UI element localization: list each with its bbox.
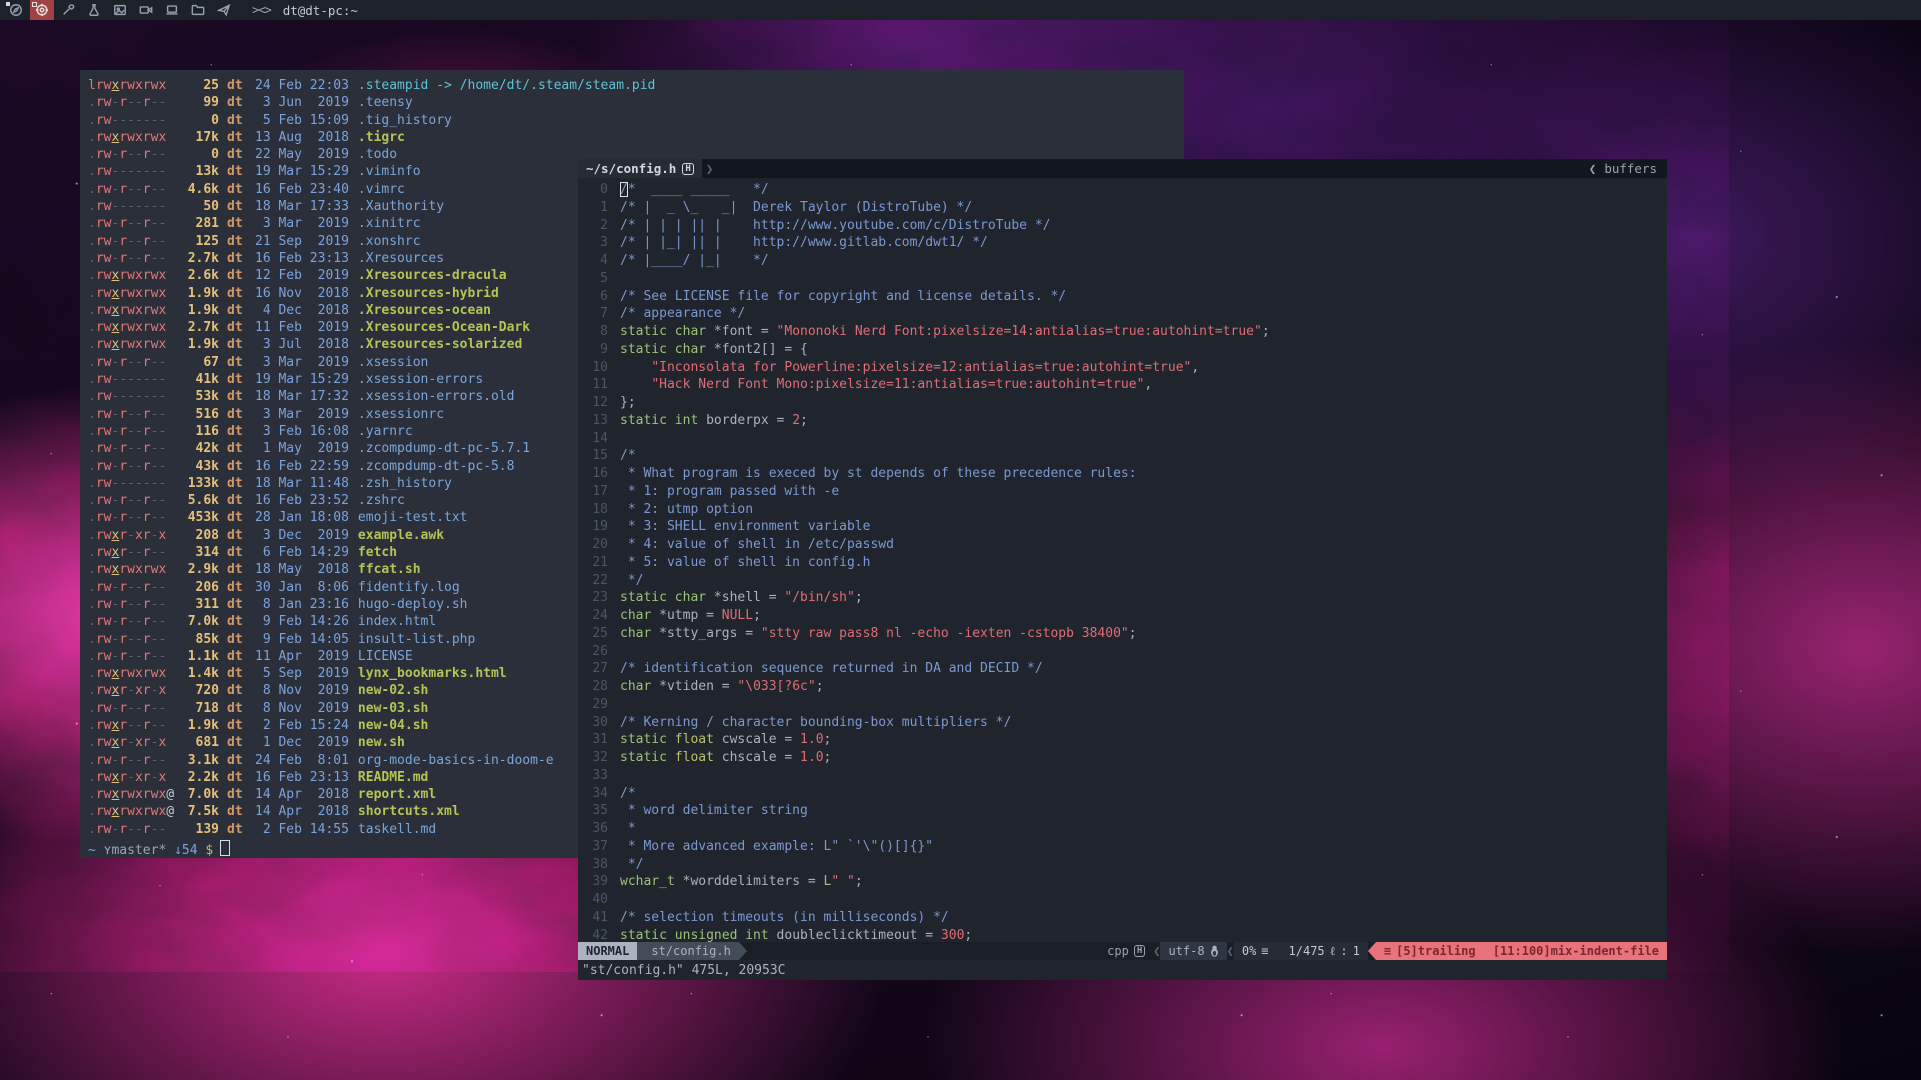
code-line: 12}; [578,395,1667,413]
code-line: 39wchar_t *worddelimiters = L" "; [578,874,1667,892]
code-line: 36 * [578,821,1667,839]
buffers-sep-icon: ❮ [1589,161,1597,176]
vim-cursor: / [620,182,628,197]
tag-camera-icon[interactable] [134,0,158,20]
code-line: 9static char *font2[] = { [578,342,1667,360]
code-line: 6/* See LICENSE file for copyright and l… [578,289,1667,307]
code-line: 37 * More advanced example: L" `'\"()[]{… [578,839,1667,857]
buffers-label[interactable]: buffers [1604,161,1657,176]
topbar: ><> dt@dt-pc:~ [0,0,1921,20]
code-line: 31static float cwscale = 1.0; [578,732,1667,750]
warning-segment: ≡ [5]trailing [11:100]mix-indent-file [1376,942,1667,960]
window-title: dt@dt-pc:~ [283,3,358,18]
code-line: 34/* [578,786,1667,804]
shell-glyph: ><> [252,3,271,17]
code-line: 35 * word delimiter string [578,803,1667,821]
code-line: 16 * What program is execed by st depend… [578,466,1667,484]
code-line: 24char *utmp = NULL; [578,608,1667,626]
line-number-icon: ℓ [1330,944,1336,959]
tag-image-icon[interactable] [108,0,132,20]
code-line: 7/* appearance */ [578,306,1667,324]
tag-send-icon[interactable] [212,0,236,20]
linux-penguin-icon [1210,945,1219,957]
tag-folder-icon[interactable] [186,0,210,20]
warning-icon: ≡ [1384,944,1391,958]
tab-arrow-icon: ❯ [706,161,714,176]
file-row: .rw-------0dt 5 Feb 15:09.tig_history [88,113,1184,130]
code-line: 11 "Hack Nerd Font Mono:pixelsize=11:ant… [578,377,1667,395]
powerline-arrow-icon [739,942,747,960]
sep-left-icon: ❮ [1227,942,1234,960]
mode-indicator: NORMAL [578,942,637,960]
encoding-segment: utf-8 [1160,942,1226,960]
mixed-indent-warning: [11:100]mix-indent-file [1493,944,1659,958]
editor-tabbar: ~/s/config.h H ❯ ❮ buffers [578,159,1667,178]
prompt-branch: master* [111,843,166,858]
code-line: 28char *vtiden = "\033[?6c"; [578,679,1667,697]
code-line: 4/* |____/ |_| */ [578,253,1667,271]
code-line: 26 [578,644,1667,662]
file-row: .rw-r--r--99dt 3 Jun 2019.teensy [88,95,1184,112]
prompt-symbol: $ [205,843,213,858]
code-line: 23static char *shell = "/bin/sh"; [578,590,1667,608]
code-line: 22 */ [578,573,1667,591]
statusline: NORMAL st/config.h cpp H ❮ utf-8 ❮ 0% ≡ [578,942,1667,960]
powerline-arrow-icon [1368,942,1376,960]
code-line: 10 "Inconsolata for Powerline:pixelsize=… [578,360,1667,378]
code-line: 15/* [578,448,1667,466]
code-line: 8static char *font = "Mononoki Nerd Font… [578,324,1667,342]
file-row: lrwxrwxrwx25dt24 Feb 22:03.steampid -> /… [88,78,1184,95]
code-line: 21 * 5: value of shell in config.h [578,555,1667,573]
code-line: 17 * 1: program passed with -e [578,484,1667,502]
filetype-segment: cpp H [1099,942,1153,960]
tag-laptop-icon[interactable] [160,0,184,20]
vim-command-line: "st/config.h" 475L, 20953C [578,960,1667,980]
prompt-behind-count: ↓54 [174,843,197,858]
statusline-spacer [747,942,1099,960]
code-line: 40 [578,892,1667,910]
prompt-path: ~ [88,843,96,858]
tag-compass-icon[interactable] [4,0,28,20]
tag-dropper-icon[interactable] [56,0,80,20]
lines-icon: ≡ [1261,944,1268,958]
code-line: 19 * 3: SHELL environment variable [578,519,1667,537]
code-line: 14 [578,431,1667,449]
editor-window[interactable]: ~/s/config.h H ❯ ❮ buffers 0/* ____ ____… [578,159,1667,980]
code-line: 42static unsigned int doubleclicktimeout… [578,928,1667,943]
terminal-cursor [220,840,230,856]
column-number: 1 [1353,944,1360,958]
code-line: 0/* ____ _____ */ [578,182,1667,200]
position-segment: 0% ≡ 1/475 ℓ : 1 [1234,942,1368,960]
code-line: 29 [578,697,1667,715]
tab-title: ~/s/config.h [586,161,676,176]
desktop: ><> dt@dt-pc:~ lrwxrwxrwx25dt24 Feb 22:0… [0,0,1921,1080]
statusline-filename: st/config.h [637,942,738,960]
code-line: 3/* | |_| || | http://www.gitlab.com/dwt… [578,235,1667,253]
modified-icon: H [682,163,693,175]
code-line: 5 [578,271,1667,289]
code-line: 2/* | | | || | http://www.youtube.com/c/… [578,218,1667,236]
sep-left-icon: ❮ [1153,942,1160,960]
code-line: 20 * 4: value of shell in /etc/passwd [578,537,1667,555]
code-line: 18 * 2: utmp option [578,502,1667,520]
code-line: 38 */ [578,857,1667,875]
code-line: 32static float chscale = 1.0; [578,750,1667,768]
code-line: 25char *stty_args = "stty raw pass8 nl -… [578,626,1667,644]
filetype-icon: H [1134,945,1145,957]
code-line: 30/* Kerning / character bounding-box mu… [578,715,1667,733]
tab-config-h[interactable]: ~/s/config.h H [578,159,702,178]
trailing-warning: [5]trailing [1396,944,1475,958]
code-line: 1/* | _ \_ _| Derek Taylor (DistroTube) … [578,200,1667,218]
code-line: 13static int borderpx = 2; [578,413,1667,431]
line-position: 1/475 [1289,944,1325,958]
tag-flask-icon[interactable] [82,0,106,20]
code-line: 27/* identification sequence returned in… [578,661,1667,679]
code-area[interactable]: 0/* ____ _____ */1/* | _ \_ _| Derek Tay… [578,178,1667,942]
scroll-percent: 0% [1242,944,1256,958]
file-row: .rwxrwxrwx17kdt13 Aug 2018.tigrc [88,130,1184,147]
tag-target-icon[interactable] [30,0,54,20]
code-line: 41/* selection timeouts (in milliseconds… [578,910,1667,928]
code-line: 33 [578,768,1667,786]
